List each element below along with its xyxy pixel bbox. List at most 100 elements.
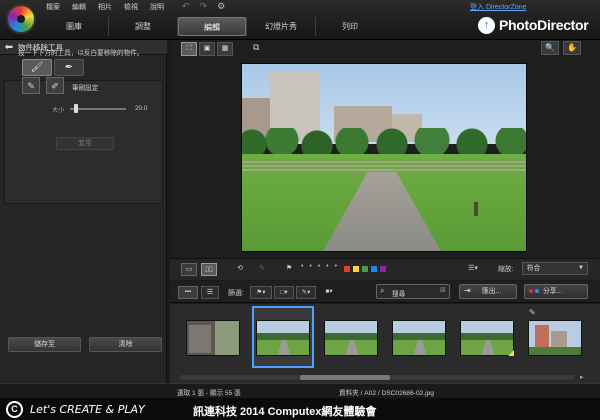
brush-tool-button[interactable]: ✎ xyxy=(22,77,40,94)
view-mode-tools: ⛶ ▣ ▦ xyxy=(181,42,233,58)
eraser-icon: ✐ xyxy=(51,81,59,91)
dropper-icon[interactable]: ✎ xyxy=(255,263,269,276)
search-placeholder: 搜尋 xyxy=(392,291,406,298)
color-filter-dropdown[interactable]: □▾ xyxy=(274,286,294,299)
zoom-select[interactable]: 符合 ▼ xyxy=(522,262,588,275)
tab-slideshow[interactable]: 幻燈片秀 xyxy=(247,17,315,36)
settings-gear-icon[interactable]: ⚙ xyxy=(217,1,225,12)
cyberlink-logo-icon: C xyxy=(6,401,23,418)
sort-list-icon[interactable]: ☰▾ xyxy=(464,263,482,276)
tab-print[interactable]: 列印 xyxy=(316,17,384,36)
undo-icon[interactable]: ↶ xyxy=(182,1,190,12)
instruction-text: 按一下下方的工具，以反白要移除的物件。 xyxy=(18,50,144,57)
tab-edit[interactable]: 編輯 xyxy=(178,17,246,36)
scroll-right-arrow-icon[interactable]: ▸ xyxy=(580,373,584,381)
file-path-status: 資料夾 / A02 / DSC02686-02.jpg xyxy=(339,390,434,397)
menu-file[interactable]: 檔案 xyxy=(40,2,66,13)
color-label-red[interactable] xyxy=(344,266,350,272)
chevron-down-icon: ▼ xyxy=(578,265,584,271)
photo-steps xyxy=(242,159,526,173)
login-directorzone-link[interactable]: 登入 DirectorZone xyxy=(470,2,526,12)
rotate-icon[interactable]: ⟲ xyxy=(233,263,247,276)
pen-tool-tab[interactable]: ✒ xyxy=(54,59,84,76)
flag-icon[interactable]: ⚑ xyxy=(283,263,295,276)
compare-view-button[interactable]: ▯▯ xyxy=(201,263,217,276)
search-input[interactable] xyxy=(376,284,450,299)
thumb-trees xyxy=(529,347,581,355)
thumbnail-image xyxy=(392,320,446,356)
tab-adjust[interactable]: 調整 xyxy=(109,17,177,36)
hand-tool-icon[interactable]: ✋ xyxy=(563,41,581,55)
menu-bar: 檔案 編輯 相片 檢視 說明 xyxy=(40,2,170,13)
thumbnail-view-button[interactable]: ▪▪▪ xyxy=(178,286,198,299)
menu-help[interactable]: 說明 xyxy=(144,2,170,13)
brush-settings-label: 筆刷設定 xyxy=(72,85,99,92)
filmstrip-scroll-thumb[interactable] xyxy=(300,375,390,380)
menu-view[interactable]: 檢視 xyxy=(118,2,144,13)
photo-view-icon[interactable]: ▣ xyxy=(199,42,215,56)
clear-button[interactable]: 清除 xyxy=(89,337,162,352)
filmstrip-thumbnail-selected[interactable] xyxy=(252,306,314,368)
save-to-button[interactable]: 儲存至 xyxy=(8,337,81,352)
brand-logo: ↑ PhotoDirector xyxy=(478,14,589,36)
filmstrip-thumbnail[interactable] xyxy=(524,306,586,368)
brand-name: PhotoDirector xyxy=(499,17,589,33)
filmstrip-thumbnail[interactable] xyxy=(388,306,450,368)
brush-icon: ✎ xyxy=(27,81,35,91)
filmstrip-thumbnail[interactable] xyxy=(182,306,244,368)
more-filter-dropdown[interactable]: ■▾ xyxy=(320,286,338,299)
fit-view-icon[interactable]: ⛶ xyxy=(181,42,197,56)
main-photo[interactable] xyxy=(241,63,527,252)
color-label-purple[interactable] xyxy=(380,266,386,272)
zoom-tool-icon[interactable]: 🔍 xyxy=(541,41,559,55)
zoom-value: 符合 xyxy=(527,265,541,272)
thumb-building xyxy=(189,325,211,353)
thumb-trees xyxy=(215,321,239,355)
redo-icon[interactable]: ↷ xyxy=(200,1,208,12)
zoom-label: 縮放: xyxy=(498,266,514,273)
star-rating[interactable]: • • • • • xyxy=(301,263,339,270)
filmstrip-thumbnail[interactable] xyxy=(320,306,382,368)
single-view-button[interactable]: ▭ xyxy=(181,263,197,276)
status-bar xyxy=(0,383,600,398)
tab-library[interactable]: 圖庫 xyxy=(40,17,108,36)
thumbnail-image xyxy=(186,320,240,356)
thumbnail-image xyxy=(528,320,582,356)
pen-icon: ✒ xyxy=(64,62,74,73)
apply-button[interactable]: 套用 xyxy=(56,137,114,150)
menu-edit[interactable]: 編輯 xyxy=(66,2,92,13)
color-label-green[interactable] xyxy=(362,266,368,272)
export-icon: ⇥ xyxy=(464,286,471,295)
size-slider-handle[interactable] xyxy=(73,104,78,113)
filmstrip-thumbnail[interactable] xyxy=(456,306,518,368)
banner-slogan: Let's CREATE & PLAY xyxy=(30,403,145,416)
list-view-button[interactable]: ☰ xyxy=(201,286,219,299)
flag-filter-dropdown[interactable]: ⚑▾ xyxy=(250,286,272,299)
menu-photo[interactable]: 相片 xyxy=(92,2,118,13)
photo-person xyxy=(474,202,478,216)
tool-tabs: 🖌 ✒ xyxy=(22,59,84,76)
size-value: 20.0 xyxy=(135,105,148,112)
size-slider-track[interactable] xyxy=(70,108,126,110)
edit-filter-dropdown[interactable]: ✎▾ xyxy=(296,286,316,299)
main-tabs: 圖庫 調整 編輯 幻燈片秀 列印 xyxy=(40,17,384,36)
undo-redo-group: ↶ ↷ ⚙ xyxy=(182,1,225,12)
brush-icon: 🖌 xyxy=(30,62,44,73)
filter-label: 篩選: xyxy=(228,290,244,297)
back-arrow-icon[interactable]: ⬅ xyxy=(0,42,18,53)
share-icon xyxy=(529,289,539,293)
size-label: 大小 xyxy=(52,107,65,114)
banner-title: 訊連科技 2014 Computex網友體驗會 xyxy=(193,406,377,418)
selection-status: 選取 1 張 - 顯示 55 張 xyxy=(177,390,241,397)
color-label-blue[interactable] xyxy=(371,266,377,272)
thumbnail-image xyxy=(460,320,514,356)
app-logo-icon xyxy=(6,4,36,34)
thumbnail-image xyxy=(256,320,310,356)
clear-search-icon[interactable]: ⊠ xyxy=(440,286,446,294)
eraser-brush-button[interactable]: ✐ xyxy=(46,77,64,94)
brand-arrow-icon: ↑ xyxy=(478,16,495,34)
color-label-yellow[interactable] xyxy=(353,266,359,272)
compare-icon[interactable]: ⧉ xyxy=(253,42,259,53)
remove-brush-tab[interactable]: 🖌 xyxy=(22,59,52,76)
grid-view-icon[interactable]: ▦ xyxy=(217,42,233,56)
